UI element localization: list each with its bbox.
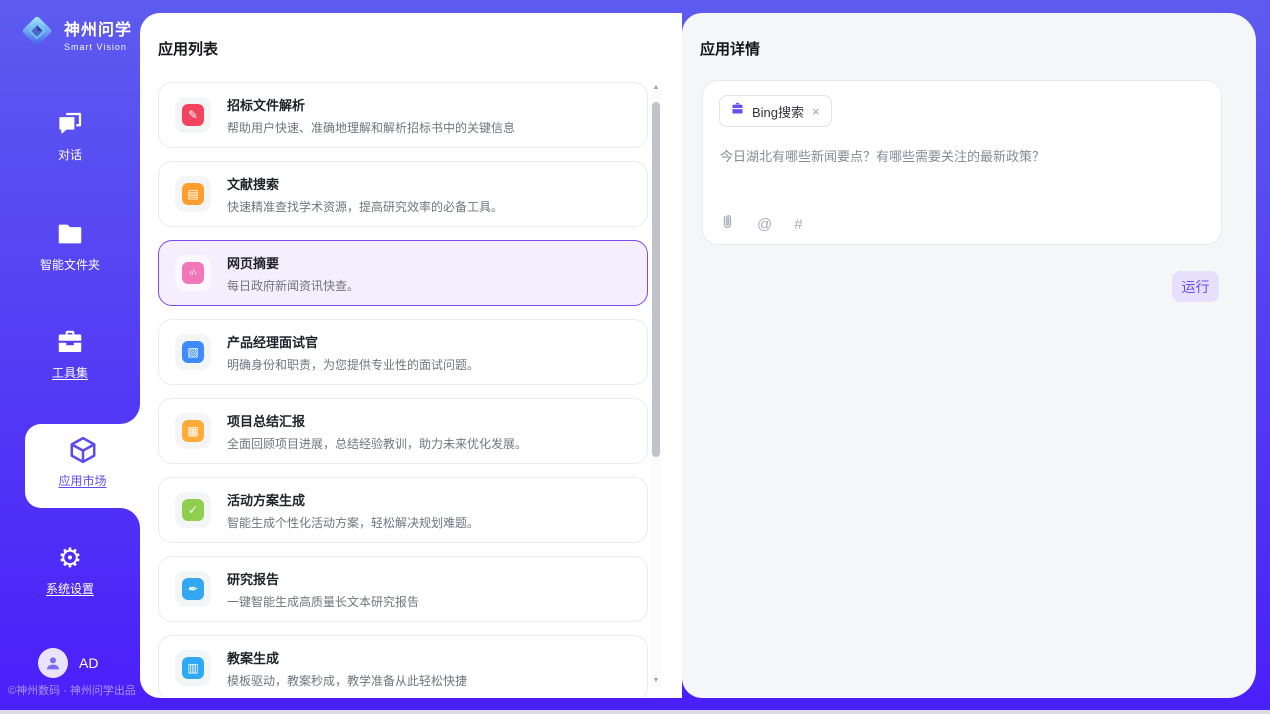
browser-code-icon: ‹/›: [175, 255, 211, 291]
app-card-project-summary[interactable]: ▦ 项目总结汇报 全面回顾项目进展，总结经验教训，助力未来优化发展。: [158, 398, 648, 464]
app-desc: 明确身份和职责，为您提供专业性的面试问题。: [227, 356, 479, 373]
prompt-card[interactable]: Bing搜索 × 今日湖北有哪些新闻要点？有哪些需要关注的最新政策？ @ #: [702, 80, 1222, 245]
cube-icon: [25, 434, 140, 466]
prompt-text[interactable]: 今日湖北有哪些新闻要点？有哪些需要关注的最新政策？: [720, 147, 1200, 167]
diamond-logo-icon: [18, 12, 56, 55]
app-name: 研究报告: [227, 569, 419, 588]
resume-icon: ▧: [175, 334, 211, 370]
attachment-icon[interactable]: [720, 213, 735, 235]
tool-tag-label: Bing搜索: [752, 102, 804, 121]
brand-subtitle: Smart Vision: [64, 42, 132, 52]
app-card-event-plan[interactable]: ✓ 活动方案生成 智能生成个性化活动方案，轻松解决规划难题。: [158, 477, 648, 543]
app-name: 教案生成: [227, 648, 467, 667]
ink-pen-icon: ✒: [175, 571, 211, 607]
sidebar-item-label: 工具集: [0, 364, 140, 381]
app-desc: 每日政府新闻资讯快查。: [227, 277, 359, 294]
app-card-bid-parse[interactable]: ✎ 招标文件解析 帮助用户快速、准确地理解和解析招标书中的关键信息: [158, 82, 648, 148]
app-desc: 帮助用户快速、准确地理解和解析招标书中的关键信息: [227, 119, 515, 136]
copyright-text: ©神州数码 · 神州问学出品: [8, 682, 140, 698]
bubble-curve-bottom: [120, 508, 140, 528]
notepad-icon: ▦: [175, 413, 211, 449]
sidebar-item-label: 对话: [0, 146, 140, 163]
book-icon: ▤: [175, 176, 211, 212]
bubble-curve-top: [120, 404, 140, 424]
sidebar-item-label: 系统设置: [0, 580, 140, 597]
scroll-down-icon[interactable]: ▼: [651, 675, 661, 687]
sidebar-item-toolset[interactable]: 工具集: [0, 326, 140, 381]
chat-icon: [0, 108, 140, 140]
gear-icon: ⚙: [0, 542, 140, 574]
tool-tag-bing-search[interactable]: Bing搜索 ×: [719, 95, 832, 127]
app-window: 神州问学 Smart Vision 对话 智能文件夹: [0, 0, 1270, 714]
app-name: 项目总结汇报: [227, 411, 527, 430]
app-name: 招标文件解析: [227, 95, 515, 114]
scroll-up-icon[interactable]: ▲: [651, 82, 661, 94]
clipboard-check-icon: ✓: [175, 492, 211, 528]
app-desc: 一键智能生成高质量长文本研究报告: [227, 593, 419, 610]
composer-toolbar: @ #: [720, 213, 803, 235]
brand-name: 神州问学: [64, 16, 132, 40]
sidebar-item-app-market[interactable]: 应用市场: [25, 424, 140, 508]
sidebar-item-label: 智能文件夹: [0, 256, 140, 273]
edit-icon: ✎: [175, 97, 211, 133]
app-list-title: 应用列表: [158, 38, 218, 59]
app-desc: 快速精准查找学术资源，提高研究效率的必备工具。: [227, 198, 503, 215]
scrollbar-thumb[interactable]: [652, 102, 660, 457]
app-name: 产品经理面试官: [227, 332, 479, 351]
app-name: 文献搜索: [227, 174, 503, 193]
app-detail-title: 应用详情: [700, 38, 760, 59]
app-card-research-report[interactable]: ✒ 研究报告 一键智能生成高质量长文本研究报告: [158, 556, 648, 622]
app-card-literature-search[interactable]: ▤ 文献搜索 快速精准查找学术资源，提高研究效率的必备工具。: [158, 161, 648, 227]
app-desc: 全面回顾项目进展，总结经验教训，助力未来优化发展。: [227, 435, 527, 452]
app-card-pm-interviewer[interactable]: ▧ 产品经理面试官 明确身份和职责，为您提供专业性的面试问题。: [158, 319, 648, 385]
toolbox-icon: [0, 326, 140, 358]
app-desc: 模板驱动，教案秒成，教学准备从此轻松快捷: [227, 672, 467, 689]
app-desc: 智能生成个性化活动方案，轻松解决规划难题。: [227, 514, 479, 531]
sidebar-item-smart-folder[interactable]: 智能文件夹: [0, 218, 140, 273]
sidebar-item-label: 应用市场: [25, 472, 140, 489]
brand-logo: 神州问学 Smart Vision: [18, 12, 132, 55]
folder-icon: [0, 218, 140, 250]
app-name: 网页摘要: [227, 253, 359, 272]
avatar: [38, 648, 68, 678]
run-button[interactable]: 运行: [1172, 271, 1219, 302]
hash-icon[interactable]: #: [794, 216, 802, 233]
window-bottom-edge: [0, 710, 1270, 714]
app-name: 活动方案生成: [227, 490, 479, 509]
briefcase-icon: [730, 101, 745, 121]
app-detail-panel: 应用详情 Bing搜索 × 今日湖北有哪些新闻要点？有哪些需要关注的最新政策？: [682, 13, 1256, 698]
mention-icon[interactable]: @: [757, 216, 772, 233]
sidebar: 神州问学 Smart Vision 对话 智能文件夹: [0, 0, 140, 714]
list-scrollbar[interactable]: ▲ ▼: [651, 82, 661, 687]
close-icon[interactable]: ×: [811, 104, 821, 119]
user-account[interactable]: AD: [38, 648, 98, 678]
books-icon: ▥: [175, 650, 211, 686]
sidebar-item-settings[interactable]: ⚙ 系统设置: [0, 542, 140, 597]
sidebar-item-chat[interactable]: 对话: [0, 108, 140, 163]
user-name: AD: [79, 655, 98, 671]
app-card-web-summary[interactable]: ‹/› 网页摘要 每日政府新闻资讯快查。: [158, 240, 648, 306]
app-card-lesson-plan[interactable]: ▥ 教案生成 模板驱动，教案秒成，教学准备从此轻松快捷: [158, 635, 648, 698]
app-list-panel: 应用列表 ✎ 招标文件解析 帮助用户快速、准确地理解和解析招标书中的关键信息 ▤…: [140, 13, 682, 698]
